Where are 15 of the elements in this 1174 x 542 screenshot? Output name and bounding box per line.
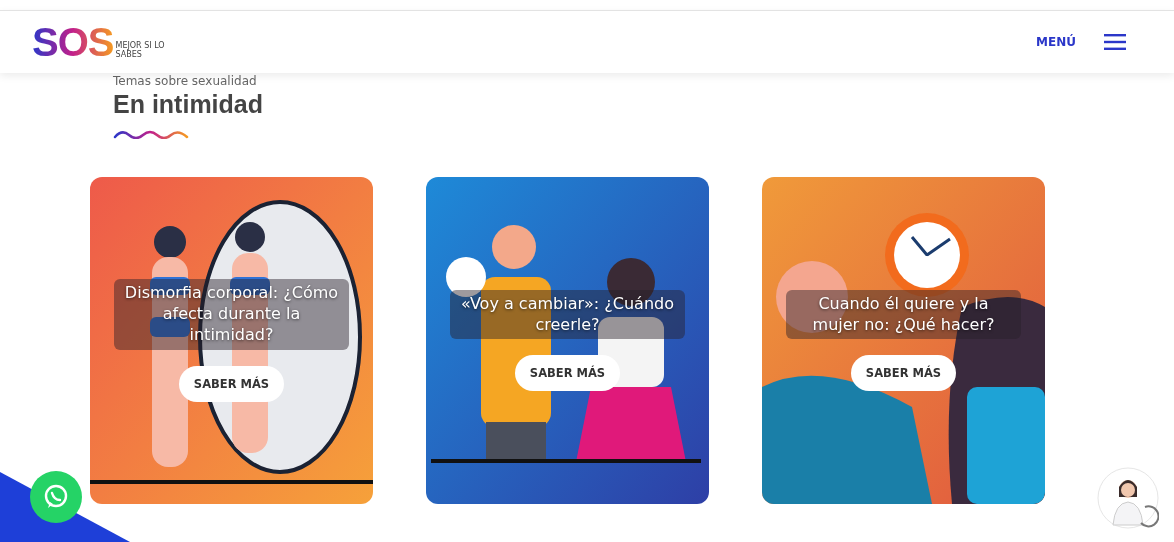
card-title[interactable]: Cuando él quiere y la mujer no: ¿Qué hacer? xyxy=(786,289,1021,340)
whatsapp-button[interactable] xyxy=(30,471,82,523)
section-eyebrow: Temas sobre sexualidad xyxy=(113,74,257,88)
logo-tagline: MEJOR SI LO SABES xyxy=(115,42,166,60)
menu-link[interactable]: MENÚ xyxy=(1036,35,1076,49)
wave-icon xyxy=(113,129,189,139)
article-card[interactable]: «Voy a cambiar»: ¿Cuándo creerle? SABER MÁS xyxy=(426,177,709,504)
article-card[interactable]: Cuando él quiere y la mujer no: ¿Qué hacer? SABER MÁS xyxy=(762,177,1045,504)
section-title: En intimidad xyxy=(113,90,263,119)
read-more-button[interactable]: SABER MÁS xyxy=(514,355,621,392)
read-more-button[interactable]: SABER MÁS xyxy=(850,355,957,392)
chat-bubble-icon xyxy=(42,483,70,511)
menu-icon[interactable] xyxy=(1104,34,1126,50)
card-title[interactable]: «Voy a cambiar»: ¿Cuándo creerle? xyxy=(450,289,685,340)
assistant-avatar[interactable] xyxy=(1097,467,1159,529)
